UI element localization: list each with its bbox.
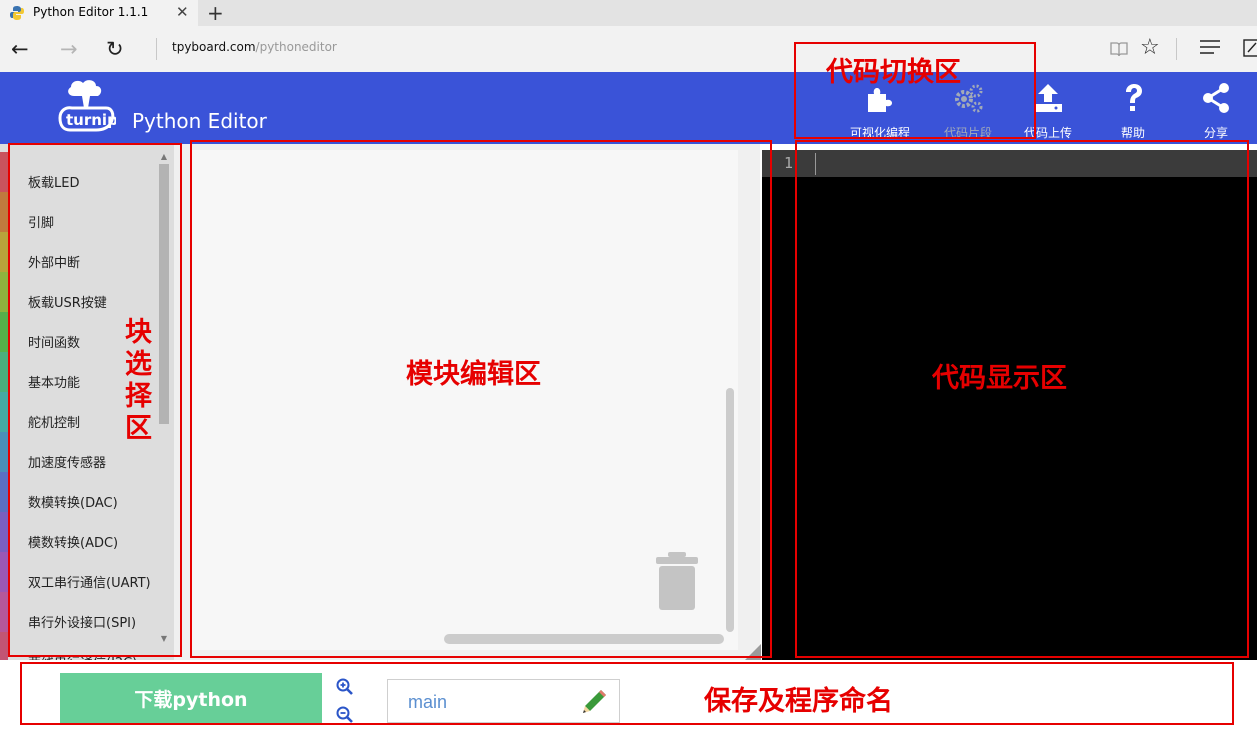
category-label: 板载USR按键 — [28, 296, 107, 311]
browser-tab-bar: Python Editor 1.1.1 ✕ + — [0, 0, 1257, 26]
resize-grip-icon[interactable] — [745, 644, 761, 660]
category-label: 加速度传感器 — [28, 456, 107, 471]
toolbox-category[interactable]: 两线串行通信(I2C) — [0, 632, 160, 660]
share-button[interactable]: 分享 — [1176, 72, 1256, 144]
code-snippets-label: 代码片段 — [943, 126, 992, 140]
pencil-icon[interactable] — [580, 688, 608, 716]
category-label: 外部中断 — [28, 256, 81, 271]
code-upload-label: 代码上传 — [1023, 126, 1072, 140]
category-label: 模数转换(ADC) — [28, 536, 119, 551]
category-label: 板载LED — [28, 176, 80, 191]
zoom-in-icon[interactable] — [336, 678, 354, 696]
toolbox-category[interactable]: 双工串行通信(UART) — [0, 552, 160, 592]
favorite-star-icon[interactable]: ☆ — [1140, 35, 1160, 60]
annotation-block-select-4: 区 — [125, 413, 152, 444]
text-cursor — [815, 153, 816, 175]
category-label: 时间函数 — [28, 336, 81, 351]
back-icon[interactable]: ← — [11, 37, 29, 61]
category-label: 数模转换(DAC) — [28, 496, 118, 511]
code-editor[interactable]: 1 — [762, 150, 1257, 660]
category-color-stripe — [0, 552, 8, 592]
toolbox-category[interactable]: 数模转换(DAC) — [0, 472, 160, 512]
browser-tab[interactable]: Python Editor 1.1.1 ✕ — [0, 0, 198, 26]
hub-menu-icon[interactable] — [1200, 40, 1220, 54]
annotation-code-switch: 代码切换区 — [826, 57, 961, 88]
visual-programming-label: 可视化编程 — [849, 126, 910, 140]
footer-bar: 下载python — [0, 660, 1257, 732]
web-note-icon[interactable] — [1243, 38, 1257, 58]
category-label: 引脚 — [28, 216, 55, 231]
forward-icon[interactable]: → — [60, 37, 78, 61]
close-tab-icon[interactable]: ✕ — [176, 3, 189, 21]
reload-icon[interactable]: ↻ — [106, 37, 124, 61]
category-label: 双工串行通信(UART) — [28, 576, 151, 591]
category-label: 舵机控制 — [28, 416, 81, 431]
url-path: /pythoneditor — [255, 40, 337, 54]
app-window: Python Editor 1.1.1 ✕ + ← → ↻ tpyboard.c… — [0, 0, 1257, 732]
url-field[interactable]: tpyboard.com/pythoneditor — [172, 40, 337, 54]
zoom-out-icon[interactable] — [336, 706, 354, 724]
help-label: 帮助 — [1120, 126, 1145, 140]
toolbar-separator — [1176, 38, 1177, 60]
turnip-logo-icon: turnip — [58, 80, 116, 132]
category-color-stripe — [0, 512, 8, 552]
toolbox-category[interactable]: 板载LED — [0, 152, 160, 192]
scroll-up-arrow-icon[interactable]: ▲ — [158, 152, 170, 162]
help-button[interactable]: 帮助 — [1093, 72, 1173, 144]
reading-view-icon[interactable] — [1109, 39, 1129, 59]
question-icon — [1126, 84, 1142, 111]
toolbox-category[interactable]: 引脚 — [0, 192, 160, 232]
app-title: Python Editor — [132, 109, 267, 133]
logo-wordmark: turnip — [66, 111, 116, 129]
line-number: 1 — [784, 154, 794, 172]
app-header: turnip Python Editor 可视化编程 代码片段 代码上传 帮助 … — [0, 72, 1257, 144]
python-favicon-icon — [10, 6, 24, 20]
program-name-box — [387, 679, 620, 723]
line-gutter: 1 — [762, 150, 810, 177]
category-color-stripe — [0, 312, 8, 352]
annotation-code-display: 代码显示区 — [932, 363, 1067, 394]
category-color-stripe — [0, 432, 8, 472]
category-color-stripe — [0, 192, 8, 232]
toolbox-category[interactable]: 模数转换(ADC) — [0, 512, 160, 552]
category-label: 基本功能 — [28, 376, 81, 391]
code-upload-button[interactable]: 代码上传 — [1008, 72, 1088, 144]
toolbox-category[interactable]: 板载USR按键 — [0, 272, 160, 312]
share-icon — [1203, 83, 1229, 113]
toolbox-scroll-thumb[interactable] — [159, 164, 169, 424]
category-label: 串行外设接口(SPI) — [28, 616, 137, 631]
toolbox-category[interactable]: 外部中断 — [0, 232, 160, 272]
category-color-stripe — [0, 352, 8, 392]
category-color-stripe — [0, 232, 8, 272]
program-name-input[interactable] — [408, 690, 568, 714]
trash-icon[interactable] — [654, 552, 700, 612]
scroll-down-arrow-icon[interactable]: ▼ — [158, 634, 170, 644]
address-separator — [156, 38, 157, 60]
share-label: 分享 — [1203, 126, 1228, 140]
toolbox-category[interactable]: 串行外设接口(SPI) — [0, 592, 160, 632]
category-color-stripe — [0, 272, 8, 312]
category-label: 两线串行通信(I2C) — [28, 652, 137, 660]
download-python-button[interactable]: 下载python — [60, 673, 322, 723]
upload-icon — [1034, 84, 1062, 112]
new-tab-icon[interactable]: + — [207, 1, 224, 25]
browser-address-bar: ← → ↻ tpyboard.com/pythoneditor ☆ — [0, 26, 1257, 72]
category-color-stripe — [0, 632, 8, 660]
annotation-block-edit: 模块编辑区 — [406, 359, 541, 390]
category-color-stripe — [0, 472, 8, 512]
workspace-vertical-scrollbar[interactable] — [726, 388, 734, 632]
annotation-save-name: 保存及程序命名 — [704, 686, 893, 717]
workspace-horizontal-scrollbar[interactable] — [444, 634, 724, 644]
tab-title: Python Editor 1.1.1 — [33, 5, 149, 19]
category-color-stripe — [0, 152, 8, 192]
active-line[interactable] — [810, 150, 1257, 177]
category-color-stripe — [0, 592, 8, 632]
url-host: tpyboard.com — [172, 40, 256, 54]
category-color-stripe — [0, 392, 8, 432]
